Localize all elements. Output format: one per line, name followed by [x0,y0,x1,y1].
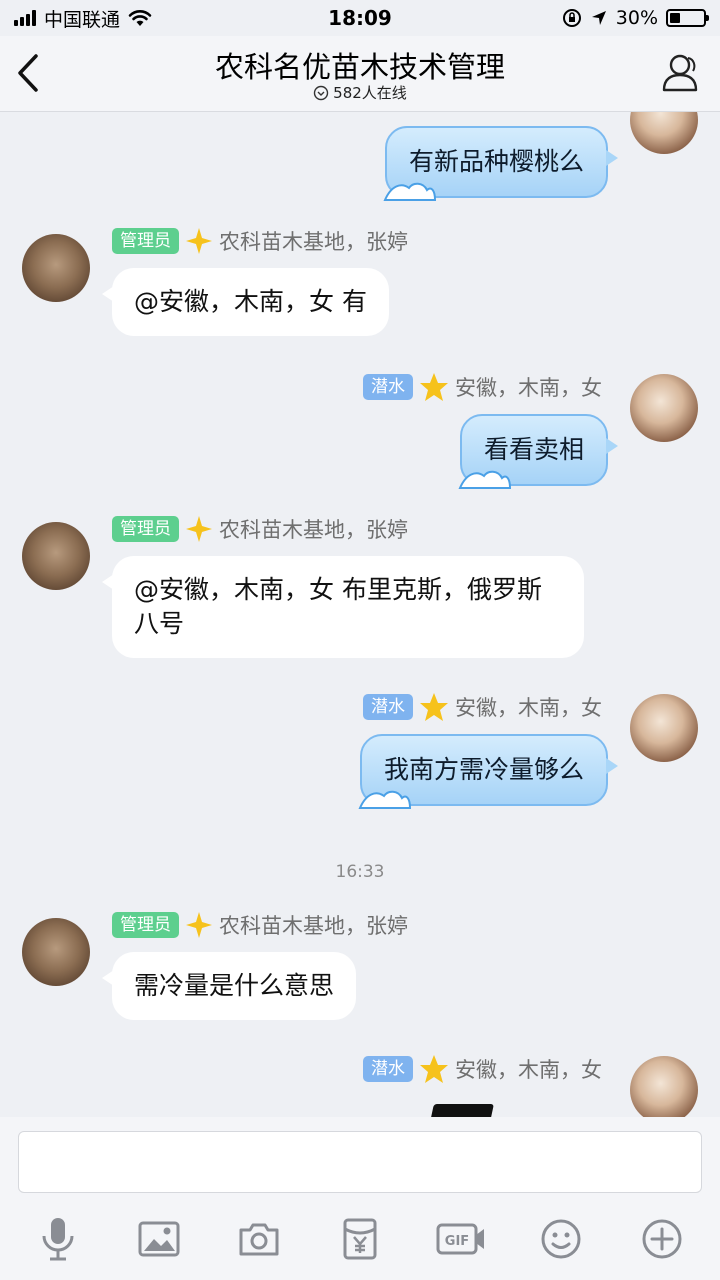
role-badge: 管理员 [112,228,179,254]
sender-info: 管理员 农科苗木基地，张婷 [112,226,408,256]
message-input[interactable] [18,1131,702,1193]
message-bubble[interactable]: 有新品种樱桃么 [383,126,619,201]
group-profile-button[interactable] [658,50,704,96]
image-icon [138,1221,180,1257]
avatar[interactable] [22,234,90,302]
level-diamond-icon [186,228,212,254]
gif-icon: GIF [436,1223,484,1255]
image-button[interactable] [133,1213,185,1265]
camera-icon [239,1223,279,1256]
sender-name[interactable]: 农科苗木基地，张婷 [219,910,408,940]
group-title[interactable]: 农科名优苗木技术管理 [0,44,720,86]
message-bubble[interactable]: 看看卖相 [458,414,619,489]
avatar[interactable] [22,918,90,986]
level-star-icon [420,693,448,721]
sender-name[interactable]: 安徽，木南，女 [455,372,602,402]
wave-icon [383,182,436,201]
level-diamond-icon [186,912,212,938]
plus-icon [642,1219,682,1259]
location-arrow-icon [591,11,606,25]
role-badge: 潜水 [363,694,413,720]
role-badge: 潜水 [363,1056,413,1082]
microphone-icon [42,1218,74,1261]
message-bubble[interactable]: 需冷量是什么意思 [101,952,357,1020]
level-star-icon [420,1055,448,1083]
online-status: 582人在线 [0,82,720,103]
battery-percent: 30% [615,7,658,29]
avatar[interactable] [630,374,698,442]
red-packet-icon [343,1218,377,1260]
wave-icon [458,470,511,489]
sender-info: 潜水 安徽，木南，女 [363,372,602,402]
level-star-icon [420,373,448,401]
message-text: @安徽，木南，女 有 [134,287,367,316]
avatar[interactable] [630,1056,698,1117]
role-badge: 潜水 [363,374,413,400]
emoji-icon [541,1219,581,1259]
time-divider: 16:33 [335,862,385,882]
group-profile-icon [662,54,698,92]
sender-name[interactable]: 农科苗木基地，张婷 [219,226,408,256]
role-badge: 管理员 [112,912,179,938]
input-toolbar: GIF [0,1213,720,1265]
message-text: 有新品种樱桃么 [408,147,584,176]
sender-name[interactable]: 农科苗木基地，张婷 [219,514,408,544]
sender-name[interactable]: 安徽，木南，女 [455,692,602,722]
camera-button[interactable] [233,1213,285,1265]
sender-info: 管理员 农科苗木基地，张婷 [112,514,408,544]
red-packet-button[interactable] [334,1213,386,1265]
orientation-lock-icon [562,9,581,27]
sender-name[interactable]: 安徽，木南，女 [455,1054,602,1084]
sender-info: 潜水 安徽，木南，女 [363,1054,602,1084]
gif-label: GIF [444,1234,468,1249]
sender-info: 潜水 安徽，木南，女 [363,692,602,722]
online-dot-icon [313,85,329,100]
message-text: @安徽，木南，女 布里克斯，俄罗斯八号 [134,575,542,638]
input-area: GIF [0,1117,720,1280]
status-bar: 中国联通 18:09 30% [0,0,720,36]
message-list[interactable]: 有新品种樱桃么 管理员 农科苗木基地，张婷 @安徽，木南，女 有 潜水 安徽，木… [0,112,720,1117]
online-count: 582人在线 [333,84,407,102]
message-text: 我南方需冷量够么 [383,755,584,784]
carrier-label: 中国联通 [44,8,121,31]
message-text: 需冷量是什么意思 [134,971,335,1000]
wifi-icon [128,10,152,26]
voice-button[interactable] [32,1213,84,1265]
role-badge: 管理员 [112,516,179,542]
emoji-button[interactable] [535,1213,587,1265]
more-button[interactable] [636,1213,688,1265]
wave-icon [358,790,411,809]
message-bubble[interactable]: @安徽，木南，女 布里克斯，俄罗斯八号 [102,556,584,658]
avatar[interactable] [22,522,90,590]
avatar[interactable] [630,694,698,762]
signal-icon [14,10,36,26]
sender-info: 管理员 农科苗木基地，张婷 [112,910,408,940]
chat-header: 农科名优苗木技术管理 582人在线 [0,36,720,112]
message-text: 看看卖相 [483,435,584,464]
message-bubble[interactable]: @安徽，木南，女 有 [102,268,389,336]
message-bubble[interactable]: 我南方需冷量够么 [358,734,619,809]
battery-icon [666,9,709,27]
avatar[interactable] [630,112,698,154]
redaction-mark [430,1104,494,1117]
level-diamond-icon [186,516,212,542]
gif-button[interactable]: GIF [435,1213,487,1265]
